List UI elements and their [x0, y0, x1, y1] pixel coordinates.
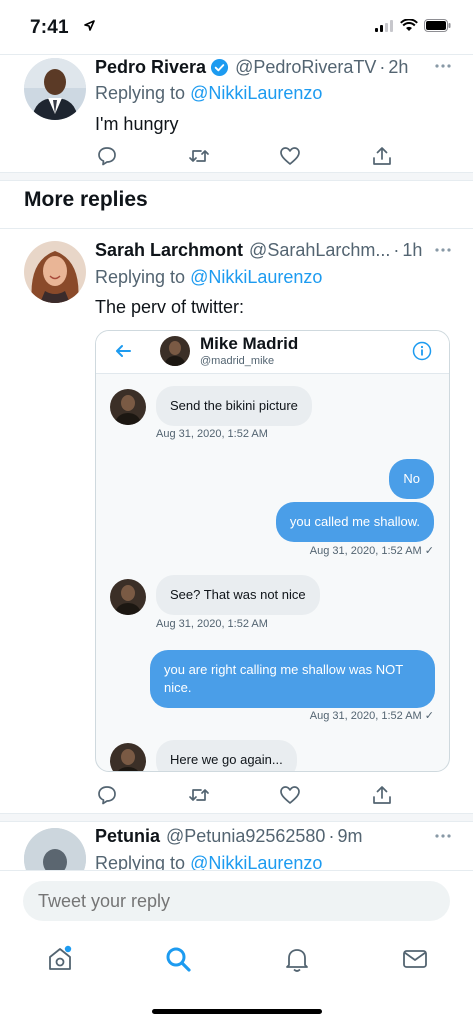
- tweet-reply-input[interactable]: [23, 881, 450, 921]
- dm-timestamp: Aug 31, 2020, 1:52 AM ✓: [309, 545, 434, 557]
- dm-message-incoming: Send the bikini picture: [156, 386, 312, 426]
- replying-prefix: Replying to: [95, 853, 186, 870]
- cellular-signal-icon: [375, 19, 393, 32]
- tweet-actions: [95, 783, 395, 807]
- retweet-icon[interactable]: [187, 783, 211, 807]
- more-options-icon[interactable]: [435, 248, 451, 252]
- dm-sender-avatar: [110, 389, 146, 425]
- verified-badge-icon: [211, 58, 229, 77]
- dm-timestamp: Aug 31, 2020, 1:52 AM ✓: [309, 710, 434, 722]
- dm-sender-avatar: [110, 743, 146, 771]
- dm-contact-handle: @madrid_mike: [200, 355, 275, 367]
- reply-composer: [0, 870, 473, 932]
- replying-mention-link[interactable]: @NikkiLaurenzo: [190, 267, 322, 287]
- notifications-icon[interactable]: [282, 944, 312, 974]
- replying-to: Replying to @NikkiLaurenzo: [95, 83, 322, 104]
- separator-dot: ·: [379, 57, 386, 77]
- author-name[interactable]: Petunia: [95, 826, 160, 847]
- dm-contact-avatar: [160, 336, 190, 366]
- search-icon[interactable]: [163, 944, 193, 974]
- replying-mention-link[interactable]: @NikkiLaurenzo: [190, 83, 322, 103]
- separator-dot: ·: [393, 240, 400, 260]
- dm-message-outgoing: No: [389, 459, 434, 499]
- like-icon[interactable]: [278, 144, 302, 168]
- tweet-time[interactable]: 9m: [337, 826, 362, 847]
- tweet-petunia[interactable]: Petunia @Petunia92562580 · 9m Replying t…: [0, 822, 473, 870]
- dm-header: Mike Madrid @madrid_mike: [96, 331, 449, 374]
- status-time: 7:41: [30, 17, 69, 38]
- dm-timestamp: Aug 31, 2020, 1:52 AM: [156, 428, 268, 440]
- reply-icon[interactable]: [95, 144, 119, 168]
- replying-mention-link[interactable]: @NikkiLaurenzo: [190, 853, 322, 870]
- replying-to: Replying to @NikkiLaurenzo: [95, 853, 322, 870]
- info-icon: [412, 341, 432, 361]
- dm-message-incoming: See? That was not nice: [156, 575, 320, 615]
- author-handle[interactable]: @SarahLarchm...: [249, 240, 390, 261]
- replying-to: Replying to @NikkiLaurenzo: [95, 267, 322, 288]
- replying-prefix: Replying to: [95, 83, 186, 103]
- retweet-icon[interactable]: [187, 144, 211, 168]
- tweet-actions: [95, 144, 395, 168]
- reply-icon[interactable]: [95, 783, 119, 807]
- battery-icon: [424, 19, 451, 32]
- dm-message-incoming: Here we go again...: [156, 740, 297, 771]
- more-replies-heading: More replies: [24, 188, 148, 211]
- dm-message-outgoing: you called me shallow.: [275, 502, 434, 542]
- author-name[interactable]: Sarah Larchmont: [95, 240, 243, 261]
- wifi-icon: [400, 19, 418, 31]
- location-arrow-icon: [84, 20, 95, 31]
- dm-screenshot-image[interactable]: Mike Madrid @madrid_mike Send the bikini…: [95, 330, 450, 772]
- dm-sender-avatar: [110, 579, 146, 615]
- author-handle[interactable]: @PedroRiveraTV: [235, 57, 376, 78]
- more-options-icon[interactable]: [435, 834, 451, 838]
- tweet-pedro[interactable]: Pedro Rivera @PedroRiveraTV · 2h Replyin…: [0, 54, 473, 172]
- avatar[interactable]: [24, 58, 86, 120]
- author-name[interactable]: Pedro Rivera: [95, 57, 206, 78]
- dm-contact-name: Mike Madrid: [200, 334, 299, 353]
- author-handle[interactable]: @Petunia92562580: [166, 826, 325, 847]
- avatar[interactable]: [24, 241, 86, 303]
- home-icon[interactable]: [45, 944, 75, 974]
- dm-timestamp: Aug 31, 2020, 1:52 AM: [156, 618, 268, 630]
- like-icon[interactable]: [278, 783, 302, 807]
- back-arrow-icon: [116, 345, 131, 357]
- section-divider: [0, 813, 473, 822]
- avatar[interactable]: [24, 828, 86, 870]
- share-icon[interactable]: [370, 144, 394, 168]
- tweet-time[interactable]: 1h: [402, 240, 422, 261]
- separator-dot: ·: [328, 826, 335, 846]
- tweet-text: The perv of twitter:: [95, 297, 245, 317]
- dm-message-outgoing: you are right calling me shallow was NOT…: [150, 650, 435, 708]
- home-indicator: [152, 1009, 322, 1014]
- share-icon[interactable]: [370, 783, 394, 807]
- status-bar: 7:41: [0, 0, 473, 54]
- section-divider: [0, 172, 473, 181]
- tweet-text: I'm hungry: [95, 114, 179, 134]
- more-options-icon[interactable]: [435, 64, 451, 68]
- messages-icon[interactable]: [400, 944, 430, 974]
- replying-prefix: Replying to: [95, 267, 186, 287]
- tweet-time[interactable]: 2h: [388, 57, 408, 78]
